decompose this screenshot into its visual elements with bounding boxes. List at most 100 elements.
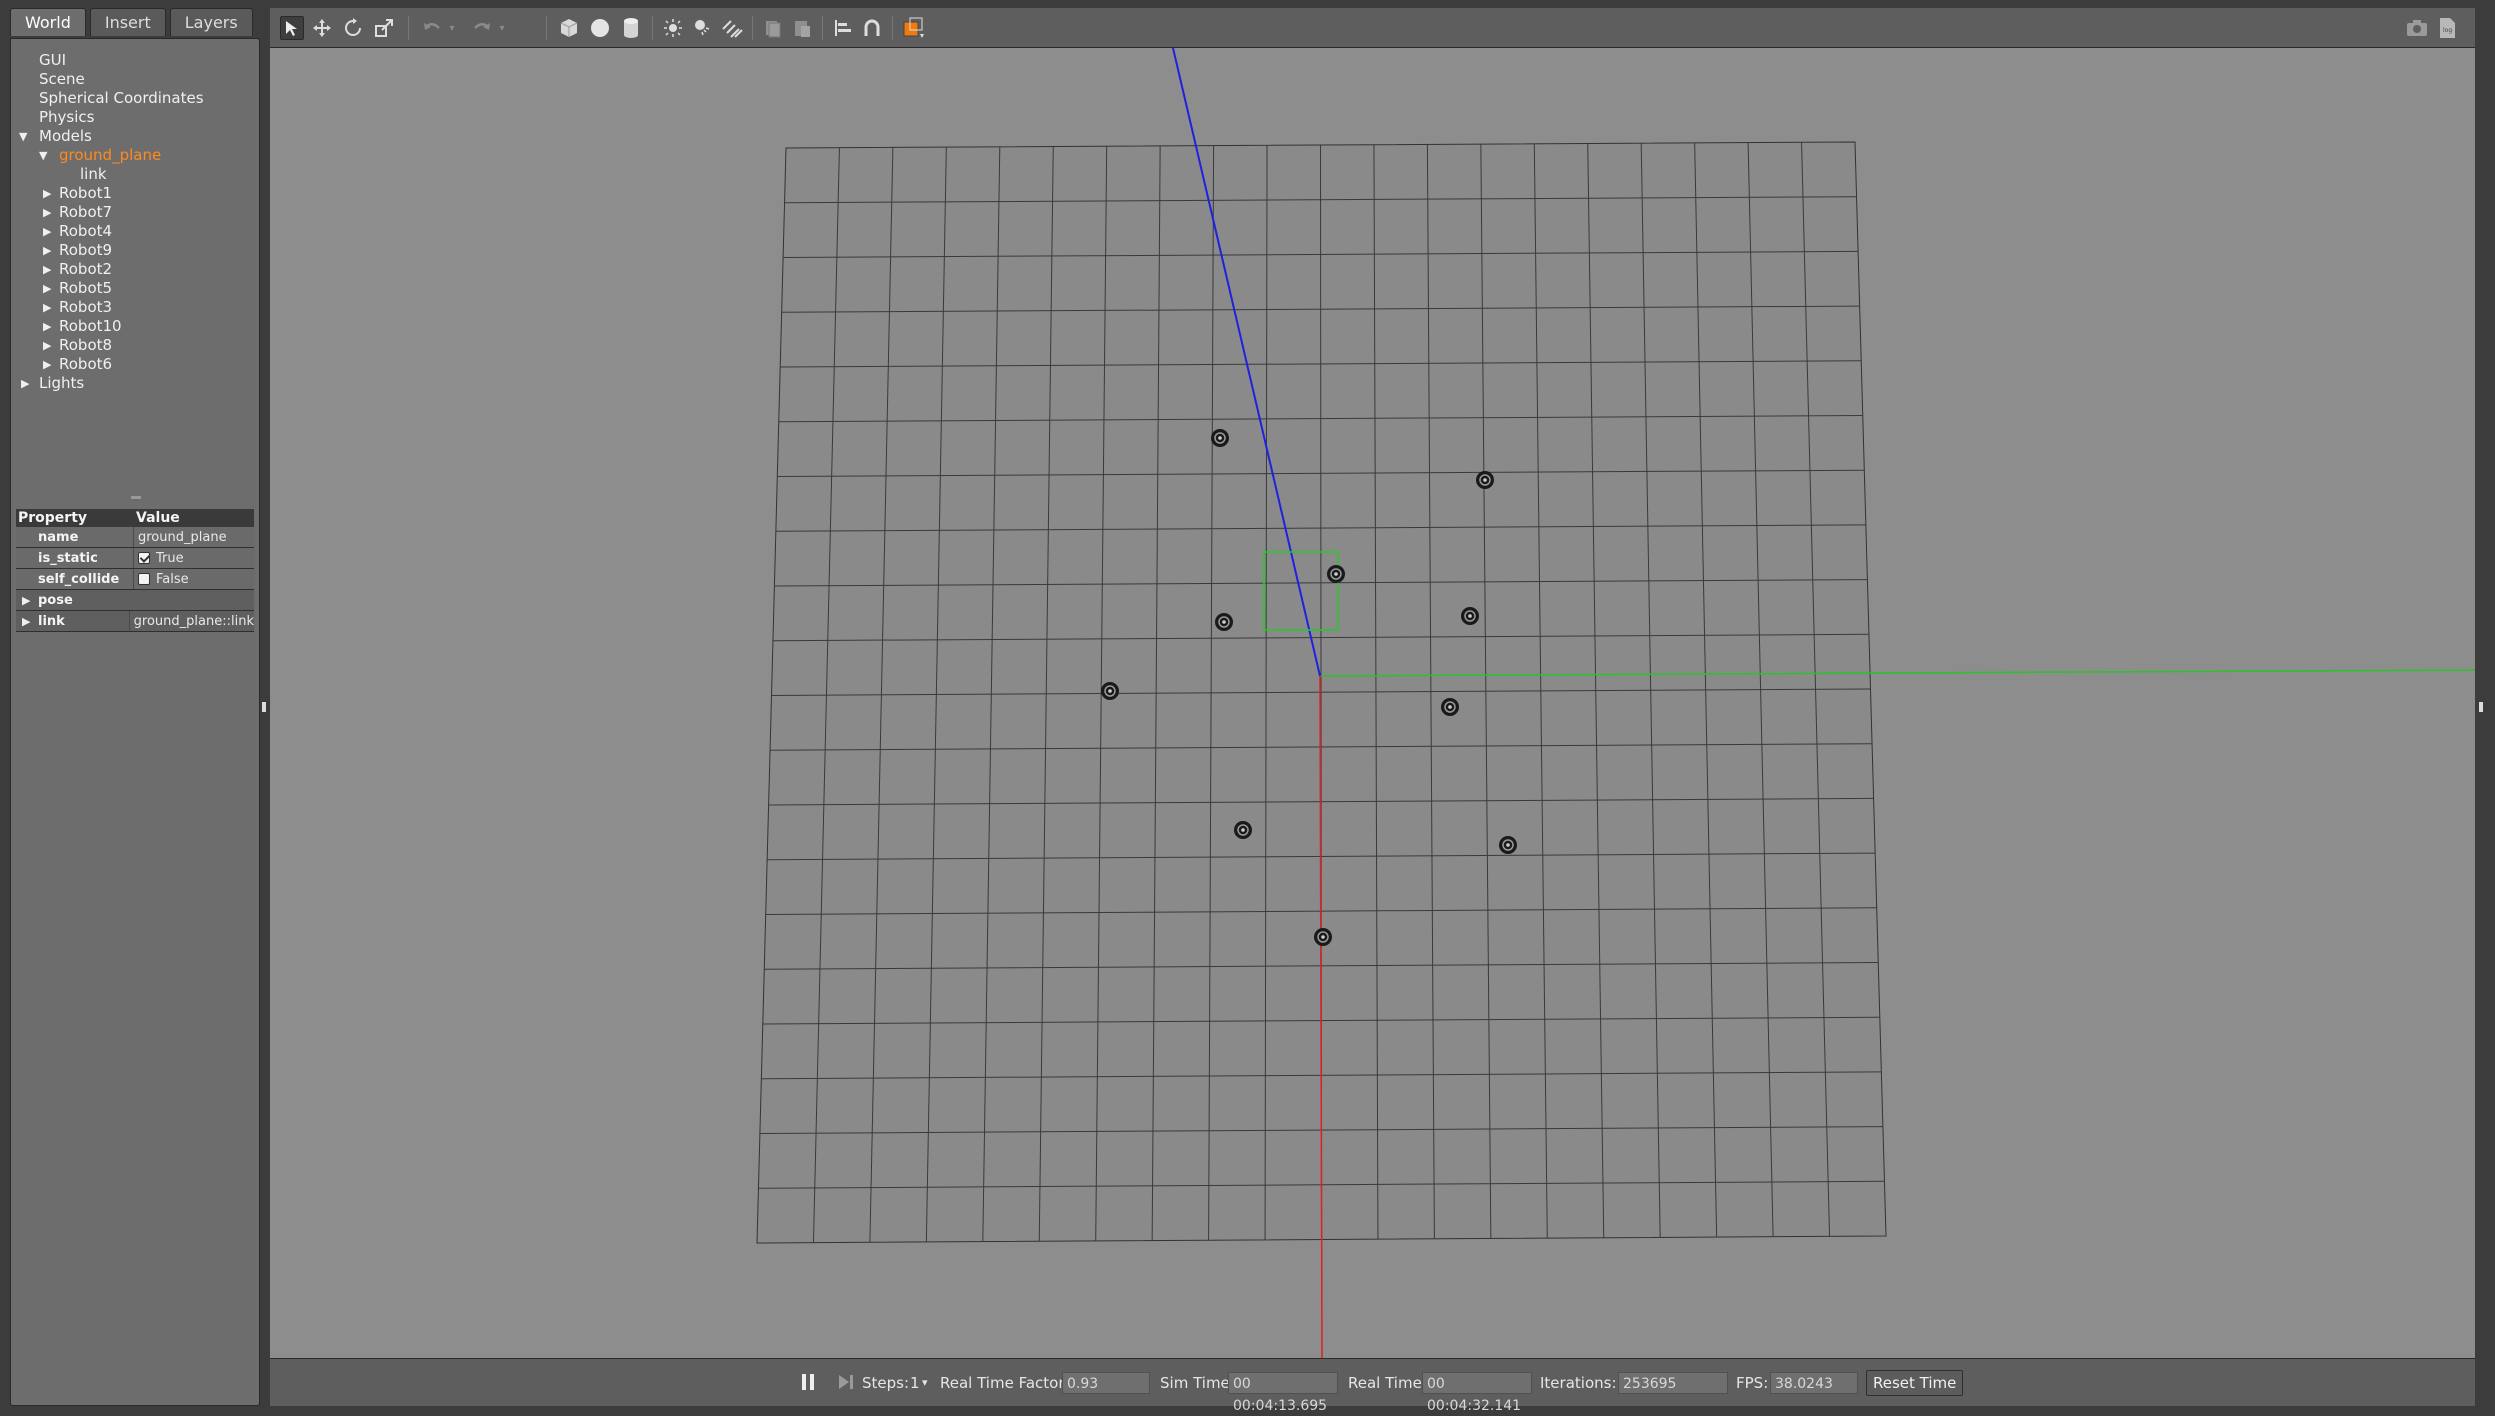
rotate-icon[interactable]: [341, 16, 365, 40]
tree-item-lights[interactable]: ▶ Lights: [11, 374, 261, 393]
scene-canvas[interactable]: [270, 48, 2475, 1358]
tree-item-models[interactable]: ▼ Models: [11, 127, 261, 146]
property-value[interactable]: ground_plane: [134, 527, 254, 547]
tree-item-robot[interactable]: ▶ Robot1: [11, 184, 261, 203]
snap-icon[interactable]: [860, 16, 884, 40]
property-key: ▶ link: [16, 611, 130, 631]
robot-marker[interactable]: [1215, 613, 1233, 631]
tree-item-label: Spherical Coordinates: [39, 89, 204, 107]
pause-icon[interactable]: [800, 1373, 816, 1393]
directional-light-icon[interactable]: [720, 16, 744, 40]
property-key: is_static: [16, 548, 134, 568]
redo-icon[interactable]: [470, 16, 494, 40]
tree-item-label: Robot7: [59, 203, 113, 221]
is-static-checkbox[interactable]: [138, 552, 150, 564]
bottom-bar: Steps: 1 ▾ Real Time Factor: 0.93 Sim Ti…: [270, 1358, 2475, 1414]
collapsed-triangle-icon[interactable]: ▶: [43, 203, 51, 222]
expanded-triangle-icon[interactable]: ▼: [19, 127, 27, 146]
robot-marker[interactable]: [1234, 821, 1252, 839]
tab-world[interactable]: World: [10, 8, 86, 36]
undo-icon[interactable]: [420, 16, 444, 40]
tree-item-robot[interactable]: ▶ Robot10: [11, 317, 261, 336]
tab-layers[interactable]: Layers: [169, 8, 253, 36]
property-row-pose[interactable]: ▶ pose: [16, 590, 254, 611]
fps-field: 38.0243: [1770, 1372, 1858, 1394]
collapsed-triangle-icon[interactable]: ▶: [43, 317, 51, 336]
collapsed-triangle-icon[interactable]: ▶: [43, 241, 51, 260]
box-icon[interactable]: [557, 16, 581, 40]
property-table: Property Value name ground_plane is_stat…: [16, 509, 254, 632]
property-row-link[interactable]: ▶ link ground_plane::link: [16, 611, 254, 632]
log-icon[interactable]: log: [2435, 16, 2459, 40]
robot-marker[interactable]: [1327, 565, 1345, 583]
tree-item-robot[interactable]: ▶ Robot7: [11, 203, 261, 222]
scale-icon[interactable]: [372, 16, 396, 40]
redo-dropdown-icon[interactable]: ▾: [496, 16, 508, 40]
robot-marker[interactable]: [1211, 429, 1229, 447]
3d-viewport[interactable]: [270, 48, 2475, 1358]
tree-item-gui[interactable]: GUI: [11, 51, 261, 70]
robot-marker[interactable]: [1499, 836, 1517, 854]
tree-item-label: Robot5: [59, 279, 113, 297]
collapsed-triangle-icon[interactable]: ▶: [43, 184, 51, 203]
robot-marker[interactable]: [1314, 928, 1332, 946]
collapsed-triangle-icon[interactable]: ▶: [43, 355, 51, 374]
tree-item-label: Lights: [39, 374, 85, 392]
spot-light-icon[interactable]: [690, 16, 714, 40]
tree-item-robot[interactable]: ▶ Robot6: [11, 355, 261, 374]
property-row-name: name ground_plane: [16, 527, 254, 548]
self-collide-checkbox[interactable]: [138, 573, 150, 585]
tree-item-spherical-coordinates[interactable]: Spherical Coordinates: [11, 89, 261, 108]
tree-item-scene[interactable]: Scene: [11, 70, 261, 89]
tree-item-label: Physics: [39, 108, 95, 126]
steps-label: Steps:: [862, 1374, 910, 1392]
collapsed-triangle-icon[interactable]: ▶: [21, 374, 29, 393]
collapsed-triangle-icon[interactable]: ▶: [43, 279, 51, 298]
robot-marker[interactable]: [1101, 682, 1119, 700]
robot-marker[interactable]: [1461, 607, 1479, 625]
right-splitter-handle[interactable]: [2479, 702, 2483, 712]
reset-time-button[interactable]: Reset Time: [1866, 1370, 1964, 1396]
splitter-handle[interactable]: [131, 496, 141, 499]
tree-item-physics[interactable]: Physics: [11, 108, 261, 127]
collapsed-triangle-icon[interactable]: ▶: [43, 336, 51, 355]
collapsed-triangle-icon[interactable]: ▶: [43, 260, 51, 279]
collapsed-triangle-icon[interactable]: ▶: [43, 222, 51, 241]
collapsed-triangle-icon[interactable]: ▶: [22, 590, 30, 611]
tree-item-ground-plane[interactable]: ▼ ground_plane: [11, 146, 261, 165]
translate-icon[interactable]: [310, 16, 334, 40]
robot-marker[interactable]: [1441, 698, 1459, 716]
tree-item-robot[interactable]: ▶ Robot3: [11, 298, 261, 317]
tree-item-robot[interactable]: ▶ Robot9: [11, 241, 261, 260]
svg-text:log: log: [2443, 27, 2452, 34]
self-collide-value: False: [156, 571, 189, 587]
align-icon[interactable]: [831, 16, 855, 40]
paste-icon[interactable]: [790, 16, 814, 40]
collapsed-triangle-icon[interactable]: ▶: [43, 298, 51, 317]
expanded-triangle-icon[interactable]: ▼: [39, 146, 47, 165]
tree-item-robot[interactable]: ▶ Robot4: [11, 222, 261, 241]
tree-item-robot[interactable]: ▶ Robot2: [11, 260, 261, 279]
copy-icon[interactable]: [761, 16, 785, 40]
screenshot-icon[interactable]: [2405, 16, 2429, 40]
tab-insert[interactable]: Insert: [89, 8, 166, 36]
cylinder-icon[interactable]: [619, 16, 643, 40]
sim-time-field: 00 00:04:13.695: [1228, 1372, 1338, 1414]
sphere-icon[interactable]: [588, 16, 612, 40]
point-light-icon[interactable]: [661, 16, 685, 40]
collapsed-triangle-icon[interactable]: ▶: [22, 611, 30, 632]
tree-item-label: Robot8: [59, 336, 113, 354]
tree-item-label: GUI: [39, 51, 67, 69]
steps-value[interactable]: 1: [910, 1373, 920, 1393]
tree-item-link[interactable]: link: [11, 165, 261, 184]
property-value: ground_plane::link: [133, 613, 254, 629]
left-splitter-handle[interactable]: [262, 702, 266, 712]
robot-marker[interactable]: [1476, 471, 1494, 489]
step-icon[interactable]: [837, 1373, 855, 1393]
tree-item-robot[interactable]: ▶ Robot5: [11, 279, 261, 298]
undo-dropdown-icon[interactable]: ▾: [446, 16, 458, 40]
steps-dropdown-icon[interactable]: ▾: [922, 1373, 928, 1393]
tree-item-robot[interactable]: ▶ Robot8: [11, 336, 261, 355]
select-arrow-icon[interactable]: [280, 16, 304, 40]
view-angle-icon[interactable]: [902, 16, 926, 40]
